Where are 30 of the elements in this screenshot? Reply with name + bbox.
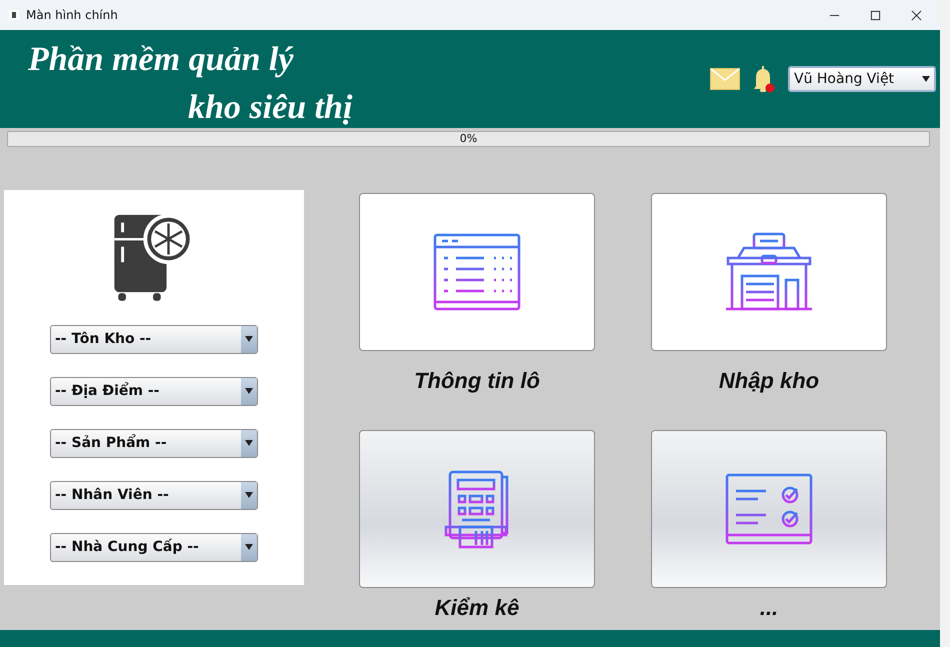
filter-dropdown[interactable]: -- Sản Phẩm -- [50,428,258,458]
filter-dropdown[interactable]: -- Nhân Viên -- [50,480,258,510]
close-icon[interactable] [911,10,922,20]
filter-dropdown[interactable]: -- Địa Điểm -- [50,376,258,406]
maximize-icon[interactable] [870,10,881,20]
app-icon [8,9,20,21]
table-window-icon [432,232,522,312]
user-dropdown[interactable]: Vũ Hoàng Việt [788,66,936,92]
progress-reading: 0% [460,132,478,146]
tile-label: ... [760,594,778,622]
menu-tile[interactable] [359,193,595,351]
menu-tile[interactable] [651,430,887,588]
caret-icon [922,76,930,82]
window-title: Màn hình chính [26,8,118,22]
tile-label: Thông tin lô [414,367,540,395]
bell-icon[interactable] [752,64,776,94]
filter-dropdown[interactable]: -- Nhà Cung Cấp -- [50,532,258,562]
caret-icon [245,544,253,550]
tile-label: Nhập kho [718,367,820,395]
menu-tile[interactable] [359,430,595,588]
app-title: kho siêu thị [187,88,352,128]
tile-label: Kiểm kê [434,594,520,622]
menu-tile[interactable] [651,193,887,351]
caret-icon [245,336,253,342]
caret-icon [245,388,253,394]
filter-dropdown[interactable]: -- Tôn Kho -- [50,324,258,354]
caret-icon [245,440,253,446]
app-title: Phần mềm quản lý [28,40,294,80]
caret-icon [245,492,253,498]
store-icon [724,232,814,312]
